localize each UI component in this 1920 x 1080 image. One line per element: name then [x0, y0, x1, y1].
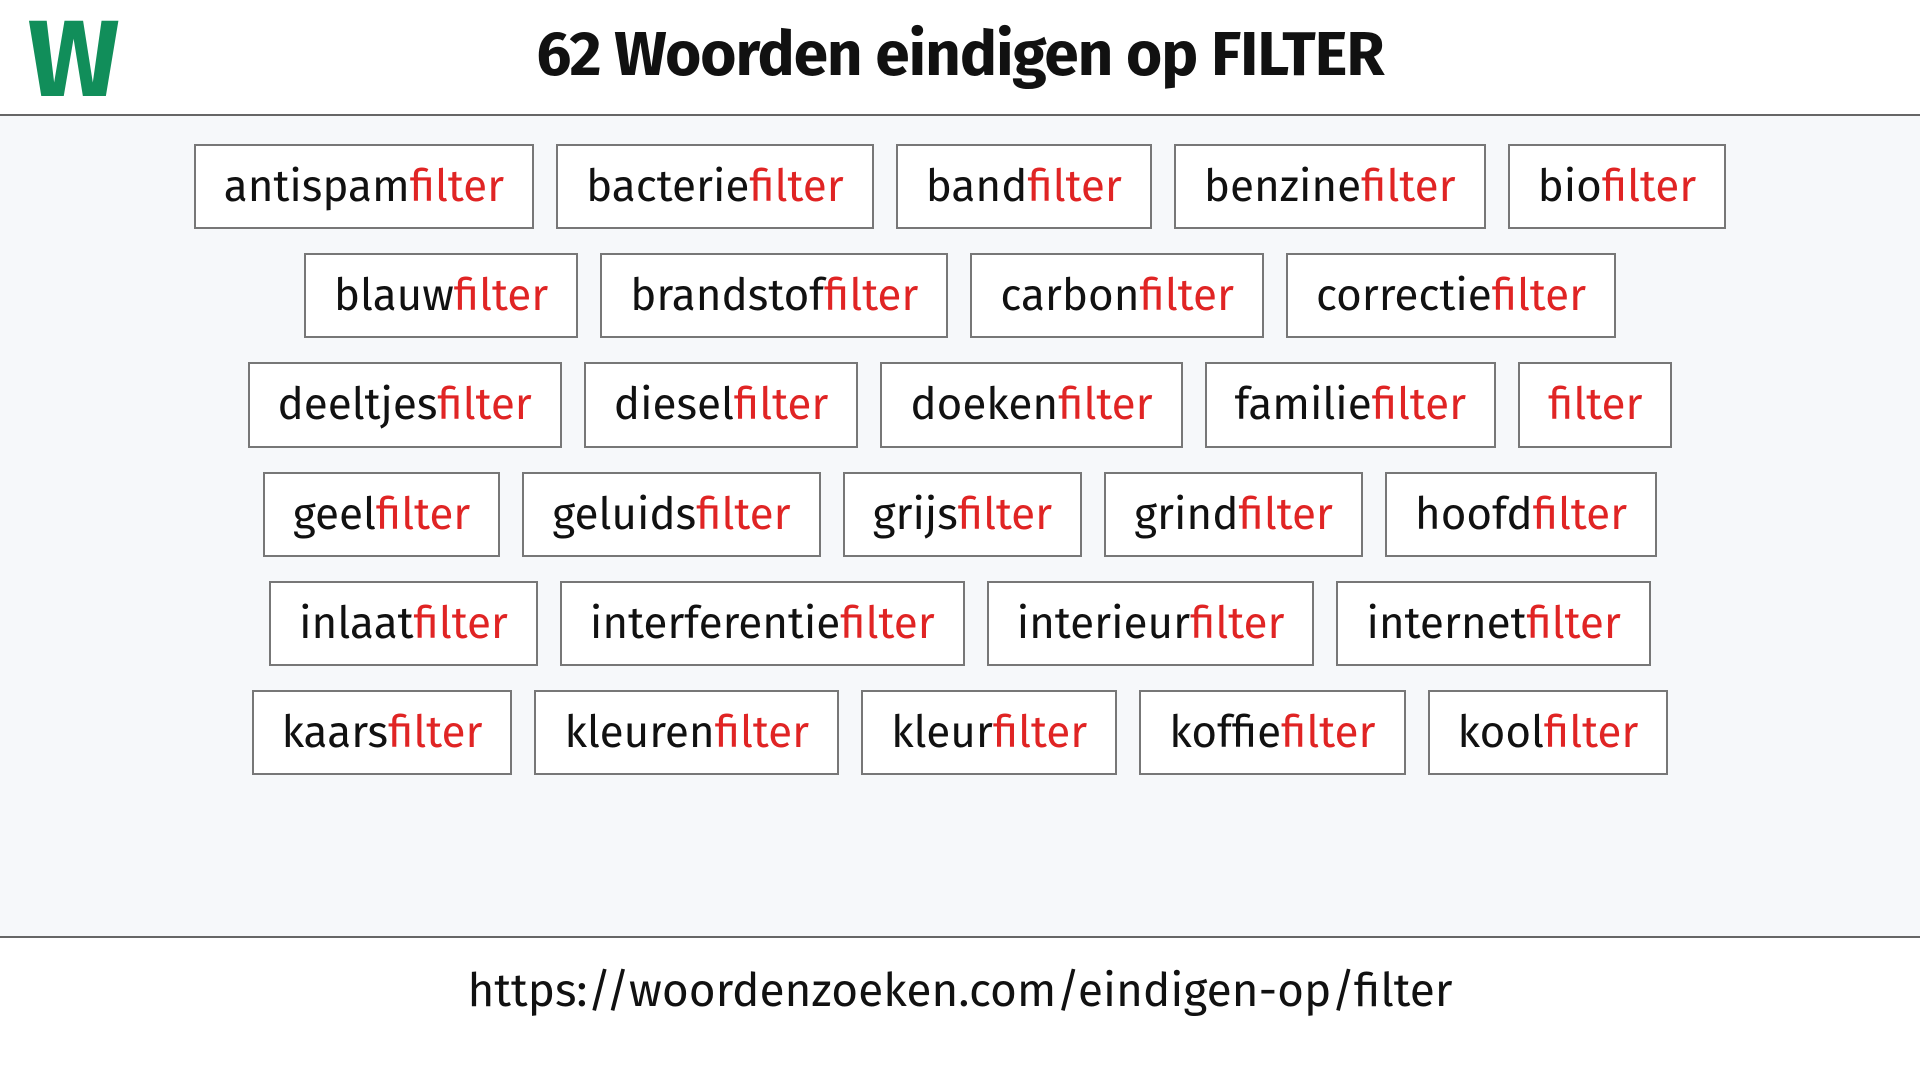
word-item[interactable]: deeltjesfilter	[248, 362, 562, 447]
word-suffix: filter	[454, 269, 548, 322]
word-suffix: filter	[840, 597, 934, 650]
word-item[interactable]: kleurfilter	[861, 690, 1117, 775]
word-item[interactable]: geluidsfilter	[522, 472, 820, 557]
word-suffix: filter	[1544, 706, 1638, 759]
word-suffix: filter	[410, 160, 504, 213]
word-prefix: koffie	[1169, 706, 1281, 759]
word-prefix: kleuren	[564, 706, 714, 759]
word-prefix: hoofd	[1415, 488, 1533, 541]
word-suffix: filter	[414, 597, 508, 650]
word-prefix: deeltjes	[278, 378, 438, 431]
word-prefix: geel	[293, 488, 376, 541]
word-item[interactable]: correctiefilter	[1286, 253, 1616, 338]
word-prefix: grind	[1134, 488, 1238, 541]
word-row: blauwfilterbrandstoffiltercarbonfilterco…	[60, 253, 1860, 338]
word-item[interactable]: kaarsfilter	[252, 690, 513, 775]
word-item[interactable]: bacteriefilter	[556, 144, 874, 229]
site-logo: W	[28, 6, 117, 114]
word-row: antispamfilterbacteriefilterbandfilterbe…	[60, 144, 1860, 229]
word-suffix: filter	[1602, 160, 1696, 213]
word-prefix: kool	[1458, 706, 1544, 759]
word-item[interactable]: hoofdfilter	[1385, 472, 1657, 557]
page-title: 62 Woorden eindigen op FILTER	[536, 18, 1383, 92]
word-item[interactable]: doekenfilter	[880, 362, 1182, 447]
word-item[interactable]: brandstoffilter	[600, 253, 948, 338]
word-prefix: familie	[1235, 378, 1372, 431]
word-prefix: geluids	[552, 488, 696, 541]
word-suffix: filter	[958, 488, 1052, 541]
word-suffix: filter	[696, 488, 790, 541]
word-item[interactable]: kleurenfilter	[534, 690, 839, 775]
word-item[interactable]: filter	[1518, 362, 1672, 447]
word-grid: antispamfilterbacteriefilterbandfilterbe…	[0, 116, 1920, 936]
word-prefix: diesel	[614, 378, 734, 431]
word-item[interactable]: geelfilter	[263, 472, 500, 557]
word-item[interactable]: bandfilter	[896, 144, 1152, 229]
word-suffix: filter	[1526, 597, 1620, 650]
word-suffix: filter	[715, 706, 809, 759]
word-suffix: filter	[993, 706, 1087, 759]
word-prefix: kleur	[891, 706, 993, 759]
word-item[interactable]: familiefilter	[1205, 362, 1497, 447]
word-item[interactable]: koolfilter	[1428, 690, 1669, 775]
word-row: kaarsfilterkleurenfilterkleurfilterkoffi…	[60, 690, 1860, 775]
word-suffix: filter	[1190, 597, 1284, 650]
word-item[interactable]: grijsfilter	[843, 472, 1083, 557]
word-item[interactable]: interferentiefilter	[560, 581, 965, 666]
word-prefix: doeken	[910, 378, 1058, 431]
word-suffix: filter	[749, 160, 843, 213]
word-item[interactable]: blauwfilter	[304, 253, 578, 338]
word-row: deeltjesfilterdieselfilterdoekenfilterfa…	[60, 362, 1860, 447]
word-item[interactable]: antispamfilter	[194, 144, 534, 229]
word-prefix: interferentie	[590, 597, 840, 650]
word-prefix: interieur	[1017, 597, 1190, 650]
word-prefix: brandstof	[630, 269, 824, 322]
word-item[interactable]: koffiefilter	[1139, 690, 1405, 775]
word-item[interactable]: benzinefilter	[1174, 144, 1486, 229]
word-prefix: kaars	[282, 706, 388, 759]
word-suffix: filter	[734, 378, 828, 431]
word-row: geelfiltergeluidsfiltergrijsfiltergrindf…	[60, 472, 1860, 557]
word-suffix: filter	[1372, 378, 1466, 431]
word-prefix: grijs	[873, 488, 958, 541]
word-prefix: bio	[1538, 160, 1602, 213]
word-prefix: bacterie	[586, 160, 749, 213]
word-row: inlaatfilterinterferentiefilterinterieur…	[60, 581, 1860, 666]
word-prefix: band	[926, 160, 1028, 213]
word-prefix: correctie	[1316, 269, 1492, 322]
word-suffix: filter	[376, 488, 470, 541]
footer-url: https://woordenzoeken.com/eindigen-op/fi…	[0, 938, 1920, 1019]
word-suffix: filter	[388, 706, 482, 759]
header: W 62 Woorden eindigen op FILTER	[0, 0, 1920, 114]
word-suffix: filter	[1548, 378, 1642, 431]
word-prefix: blauw	[334, 269, 454, 322]
word-suffix: filter	[1281, 706, 1375, 759]
word-prefix: inlaat	[299, 597, 413, 650]
word-item[interactable]: carbonfilter	[970, 253, 1264, 338]
word-prefix: carbon	[1000, 269, 1139, 322]
word-prefix: internet	[1366, 597, 1526, 650]
word-suffix: filter	[1361, 160, 1455, 213]
word-item[interactable]: grindfilter	[1104, 472, 1363, 557]
word-suffix: filter	[824, 269, 918, 322]
word-prefix: antispam	[224, 160, 410, 213]
word-item[interactable]: inlaatfilter	[269, 581, 538, 666]
word-suffix: filter	[1140, 269, 1234, 322]
word-item[interactable]: interieurfilter	[987, 581, 1315, 666]
word-item[interactable]: dieselfilter	[584, 362, 859, 447]
word-suffix: filter	[437, 378, 531, 431]
word-suffix: filter	[1492, 269, 1586, 322]
word-item[interactable]: internetfilter	[1336, 581, 1650, 666]
word-suffix: filter	[1027, 160, 1121, 213]
word-suffix: filter	[1239, 488, 1333, 541]
word-suffix: filter	[1533, 488, 1627, 541]
word-suffix: filter	[1058, 378, 1152, 431]
word-item[interactable]: biofilter	[1508, 144, 1727, 229]
word-prefix: benzine	[1204, 160, 1361, 213]
